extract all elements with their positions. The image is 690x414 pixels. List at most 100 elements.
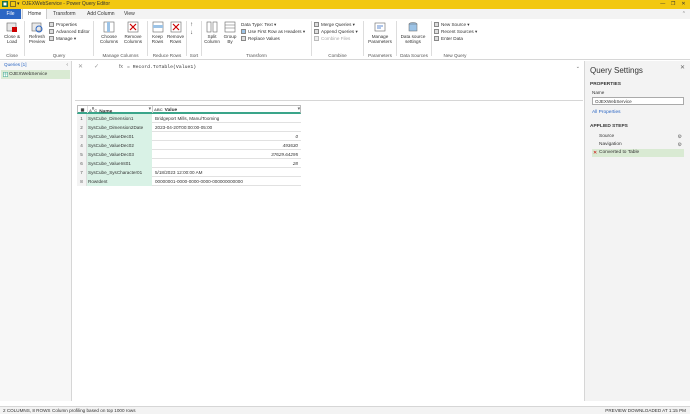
remove-rows-label: Remove Rows [166, 34, 185, 44]
applied-step-source[interactable]: Source ⚙ [592, 133, 684, 141]
name-cell[interactable]: SysCube_ValueDec03 [87, 150, 152, 159]
collapse-queries-icon[interactable]: ‹ [66, 62, 68, 68]
query-item-label: OJEXWebService [9, 72, 48, 77]
value-cell[interactable]: Bridgeport Mills, Manu/Tooming [153, 114, 300, 123]
applied-step-converted-to-table[interactable]: ✕ Converted to Table [592, 149, 684, 157]
name-cell[interactable]: SysCube_ValueDec01 [87, 132, 152, 141]
sort-ascending-icon[interactable]: ↑ [190, 22, 193, 28]
replace-values-button[interactable]: Replace Values [241, 36, 280, 42]
delete-step-icon[interactable]: ✕ [593, 149, 597, 157]
query-item[interactable]: OJEXWebService [1, 70, 70, 79]
value-cell[interactable]: 5/18/2023 12:00:00 AM [153, 168, 300, 177]
combine-files-icon [314, 36, 319, 41]
manage-parameters-button[interactable]: Manage Parameters [365, 21, 395, 44]
table-body: 1 SysCube_Dimension1 Bridgeport Mills, Man… [77, 114, 301, 186]
enter-data-label: Enter Data [441, 36, 463, 41]
tab-view[interactable]: View [119, 9, 140, 19]
title-bar: ▾ OJEXWebService - Power Query Editor — … [0, 0, 690, 9]
tab-add-column[interactable]: Add Column [82, 9, 120, 19]
collapse-ribbon-icon[interactable]: ⌃ [682, 11, 686, 17]
value-cell[interactable]: 493630 [153, 141, 300, 150]
group-by-button[interactable]: Group By [222, 21, 238, 44]
ribbon-tabs: File Home Transform Add Column View ⌃ [0, 9, 690, 19]
append-queries-button[interactable]: Append Queries ▾ [314, 29, 358, 35]
manage-label: Manage [56, 36, 73, 41]
properties-button[interactable]: Properties [49, 22, 77, 28]
value-cell[interactable]: 00000001-0000-0000-0000-000000000000 [153, 177, 300, 186]
choose-columns-button[interactable]: Choose Columns [97, 21, 121, 44]
manage-button[interactable]: Manage ▾ [49, 36, 76, 42]
table-row[interactable]: 1 SysCube_Dimension1 Bridgeport Mills, Man… [77, 114, 301, 123]
expand-formula-icon[interactable]: ⌄ [576, 64, 580, 70]
remove-columns-button[interactable]: Remove Columns [121, 21, 145, 44]
data-source-settings-icon [408, 22, 418, 32]
close-window-button[interactable]: ✕ [679, 1, 688, 8]
merge-queries-button[interactable]: Merge Queries ▾ [314, 22, 355, 28]
new-source-button[interactable]: New Source ▾ [434, 22, 470, 28]
gear-icon[interactable]: ⚙ [678, 133, 682, 141]
maximize-button[interactable]: ❐ [669, 1, 678, 8]
tab-transform[interactable]: Transform [48, 9, 81, 19]
data-type-dropdown[interactable]: Data Type: Text ▾ [241, 22, 276, 28]
value-cell[interactable]: 28 [153, 159, 300, 168]
name-cell[interactable]: RowIdent [87, 177, 152, 186]
name-cell[interactable]: SysCube_SysCharacter01 [87, 168, 152, 177]
recent-sources-button[interactable]: Recent Sources ▾ [434, 29, 477, 35]
enter-data-icon [434, 36, 439, 41]
name-cell[interactable]: SysCube_ValueDec02 [87, 141, 152, 150]
cancel-formula-icon[interactable]: ✕ [78, 63, 83, 70]
table-row[interactable]: 8 RowIdent 00000001-0000-0000-0000-0000000… [77, 177, 301, 186]
query-name-field[interactable] [592, 97, 684, 105]
choose-columns-icon [103, 21, 115, 33]
group-by-label: Group By [223, 34, 237, 44]
filter-dropdown-icon[interactable]: ▾ [298, 106, 300, 113]
minimize-button[interactable]: — [658, 1, 667, 8]
all-properties-link[interactable]: All Properties [592, 110, 621, 115]
recent-sources-icon [434, 29, 439, 34]
refresh-preview-button[interactable]: Refresh Preview [27, 21, 47, 44]
save-icon[interactable] [10, 1, 16, 7]
queries-pane: Queries [1] ‹ OJEXWebService [0, 61, 72, 401]
table-row[interactable]: 3 SysCube_ValueDec01 0 [77, 132, 301, 141]
value-cell[interactable]: 2023-04-20T00:00:00-05:00 [153, 123, 300, 132]
name-cell[interactable]: SysCube_Dimension1 [87, 114, 152, 123]
status-profiling[interactable]: Column profiling based on top 1000 rows [52, 407, 136, 414]
value-cell[interactable]: 0 [153, 132, 300, 141]
quick-access-dropdown-icon[interactable]: ▾ [17, 1, 20, 7]
confirm-formula-icon[interactable]: ✓ [94, 63, 99, 70]
tab-file[interactable]: File [0, 9, 21, 19]
advanced-editor-button[interactable]: Advanced Editor [49, 29, 90, 35]
combine-files-button[interactable]: Combine Files [314, 36, 350, 42]
sort-descending-icon[interactable]: ↓ [190, 30, 193, 36]
enter-data-button[interactable]: Enter Data [434, 36, 463, 42]
filter-dropdown-icon[interactable]: ▾ [149, 106, 151, 113]
column-header-name[interactable]: ABC Name ▾ [89, 106, 153, 114]
table-row[interactable]: 7 SysCube_SysCharacter01 5/18/2023 12:00:0… [77, 168, 301, 177]
data-source-settings-button[interactable]: Data source settings [398, 21, 428, 44]
value-cell[interactable]: 37629.64295 [153, 150, 300, 159]
table-row[interactable]: 5 SysCube_ValueDec03 37629.64295 [77, 150, 301, 159]
table-row[interactable]: 6 SysCube_ValueInt01 28 [77, 159, 301, 168]
status-bar: 2 COLUMNS, 8 ROWS Column profiling based… [0, 406, 690, 414]
use-first-row-label: Use First Row as Headers [248, 29, 302, 34]
name-cell[interactable]: SysCube_ValueInt01 [87, 159, 152, 168]
column-header-value[interactable]: ABC Value ▾ [154, 106, 301, 113]
tab-home[interactable]: Home [22, 9, 48, 19]
close-settings-icon[interactable]: ✕ [680, 64, 685, 71]
select-all-icon[interactable]: ▦ [78, 106, 88, 113]
gear-icon[interactable]: ⚙ [678, 141, 682, 149]
keep-rows-button[interactable]: Keep Rows [149, 21, 166, 44]
group-label-manage-columns: Manage Columns [102, 53, 139, 58]
table-row[interactable]: 4 SysCube_ValueDec02 493630 [77, 141, 301, 150]
any-type-icon: ABC [154, 107, 163, 112]
applied-step-navigation[interactable]: Navigation ⚙ [592, 141, 684, 149]
group-label-close: Close [6, 53, 18, 58]
window-controls: — ❐ ✕ [658, 1, 688, 8]
formula-input[interactable]: = Record.ToTable(Value1) [127, 65, 196, 70]
table-row[interactable]: 2 SysCube_Dimension2Date 2023-04-20T00:00:… [77, 123, 301, 132]
remove-rows-button[interactable]: Remove Rows [166, 21, 185, 44]
use-first-row-button[interactable]: Use First Row as Headers ▾ [241, 29, 305, 35]
split-column-button[interactable]: Split Column [203, 21, 221, 44]
close-load-button[interactable]: Close & Load [2, 21, 22, 44]
name-cell[interactable]: SysCube_Dimension2Date [87, 123, 152, 132]
